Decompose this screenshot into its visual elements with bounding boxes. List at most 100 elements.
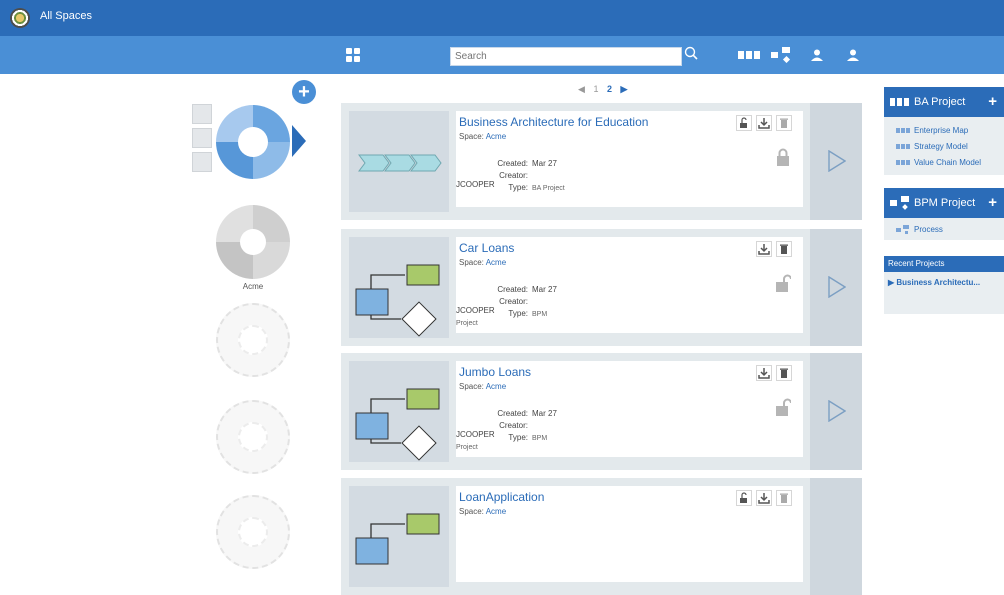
project-name[interactable]: Business Architecture for Education	[459, 115, 648, 129]
unlock-icon	[776, 274, 791, 292]
project-actions	[736, 115, 796, 131]
recent-project-link[interactable]: ▶ Business Architectu...	[884, 272, 1004, 312]
lock-icon	[777, 148, 789, 166]
open-project-button[interactable]	[810, 478, 862, 595]
unlock-icon	[776, 398, 791, 416]
pager: ◀ 1 2 ▶	[575, 84, 630, 95]
filter-shared-button[interactable]	[192, 152, 212, 172]
project-name[interactable]: Car Loans	[459, 241, 514, 255]
prev-page-button[interactable]: ◀	[578, 84, 585, 94]
play-icon	[828, 150, 846, 172]
project-thumbnail	[349, 486, 449, 587]
space-link[interactable]: Acme	[486, 382, 506, 391]
project-space: Space: Acme	[459, 382, 507, 391]
ba-project-icon	[890, 98, 909, 106]
bpm-project-title: BPM Project	[914, 197, 976, 209]
bpm-project-icon	[890, 196, 909, 210]
item-label: Value Chain Model	[914, 158, 982, 167]
recent-projects-title: Recent Projects	[884, 256, 1004, 272]
search-input[interactable]	[450, 47, 682, 66]
space-link[interactable]: Acme	[486, 507, 506, 516]
ba-project-title: BA Project	[914, 96, 966, 108]
space-link[interactable]: Acme	[486, 132, 506, 141]
item-label: Strategy Model	[914, 142, 968, 151]
page-title: All Spaces	[40, 10, 92, 22]
play-icon	[828, 400, 846, 422]
download-icon[interactable]	[756, 241, 772, 257]
project-card[interactable]: Business Architecture for Education Spac…	[341, 103, 862, 220]
unlock-icon[interactable]	[736, 115, 752, 131]
page-2-link[interactable]: 2	[607, 84, 612, 94]
open-project-button[interactable]	[810, 353, 862, 470]
project-name[interactable]: LoanApplication	[459, 490, 544, 504]
bpm-project-icon	[896, 225, 909, 234]
logo-icon[interactable]	[10, 8, 30, 28]
next-page-button[interactable]: ▶	[621, 84, 628, 94]
project-thumbnail	[349, 361, 449, 462]
selected-arrow-icon	[292, 125, 306, 157]
project-actions	[736, 490, 796, 506]
project-thumbnail	[349, 237, 449, 338]
page-1-link[interactable]: 1	[593, 84, 598, 94]
bpm-project-panel: BPM Project + Process	[884, 188, 1004, 240]
bpm-project-icon[interactable]	[771, 47, 791, 63]
project-actions	[756, 365, 796, 381]
ba-project-header: BA Project +	[884, 87, 1004, 117]
project-info: Jumbo Loans Space: Acme Created: Mar 27 C…	[456, 361, 803, 457]
project-meta: Created: Mar 27 Creator:JCOOPER Type: BPM …	[456, 409, 557, 451]
create-strategy-model[interactable]: Strategy Model	[884, 139, 1004, 155]
project-info: LoanApplication Space: Acme	[456, 486, 803, 582]
project-space: Space: Acme	[459, 258, 507, 267]
project-thumbnail	[349, 111, 449, 212]
delete-icon[interactable]	[776, 241, 792, 257]
space-all-label: All	[242, 131, 263, 151]
users-icon[interactable]	[846, 49, 860, 61]
download-icon[interactable]	[756, 365, 772, 381]
open-project-button[interactable]	[810, 229, 862, 346]
grid-icon[interactable]	[346, 48, 360, 62]
create-process[interactable]: Process	[884, 222, 1004, 238]
project-card[interactable]: Jumbo Loans Space: Acme Created: Mar 27 C…	[341, 353, 862, 470]
play-icon	[828, 276, 846, 298]
space-link[interactable]: Acme	[486, 258, 506, 267]
ba-project-icon	[896, 160, 910, 165]
search-icon[interactable]	[684, 46, 698, 60]
unlock-icon[interactable]	[736, 490, 752, 506]
project-actions	[756, 241, 796, 257]
item-label: Process	[914, 225, 943, 234]
ba-project-icon	[896, 128, 910, 133]
ba-project-icon	[896, 144, 910, 149]
create-value-chain-model[interactable]: Value Chain Model	[884, 155, 1004, 171]
download-icon[interactable]	[756, 490, 772, 506]
download-icon[interactable]	[756, 115, 772, 131]
add-space-button[interactable]: +	[292, 80, 316, 104]
app-header: All Spaces	[0, 0, 1004, 36]
project-name[interactable]: Jumbo Loans	[459, 365, 531, 379]
item-label: Enterprise Map	[914, 126, 969, 135]
filter-users-button[interactable]	[192, 128, 212, 148]
ba-project-icon[interactable]	[738, 49, 760, 61]
ba-project-panel: BA Project + Enterprise Map Strategy Mod…	[884, 87, 1004, 175]
delete-icon[interactable]	[776, 115, 792, 131]
space-acme[interactable]	[216, 205, 290, 279]
bpm-project-header: BPM Project +	[884, 188, 1004, 218]
project-card[interactable]: LoanApplication Space: Acme	[341, 478, 862, 595]
filter-user-button[interactable]	[192, 104, 212, 124]
space-all[interactable]: All	[216, 105, 290, 179]
user-icon[interactable]	[811, 49, 823, 61]
delete-icon[interactable]	[776, 365, 792, 381]
project-info: Business Architecture for Education Spac…	[456, 111, 803, 207]
empty-space-slot	[216, 303, 290, 377]
add-ba-project-button[interactable]: +	[988, 93, 997, 110]
empty-space-slot	[216, 400, 290, 474]
project-meta: Created: Mar 27 Creator:JCOOPER Type: BA P…	[456, 159, 565, 192]
delete-icon[interactable]	[776, 490, 792, 506]
create-enterprise-map[interactable]: Enterprise Map	[884, 123, 1004, 139]
project-space: Space: Acme	[459, 507, 507, 516]
project-space: Space: Acme	[459, 132, 507, 141]
recent-projects-panel: Recent Projects ▶ Business Architectu...	[884, 256, 1004, 314]
add-bpm-project-button[interactable]: +	[988, 194, 997, 211]
open-project-button[interactable]	[810, 103, 862, 220]
empty-space-slot	[216, 495, 290, 569]
project-card[interactable]: Car Loans Space: Acme Created: Mar 27 Cre…	[341, 229, 862, 346]
